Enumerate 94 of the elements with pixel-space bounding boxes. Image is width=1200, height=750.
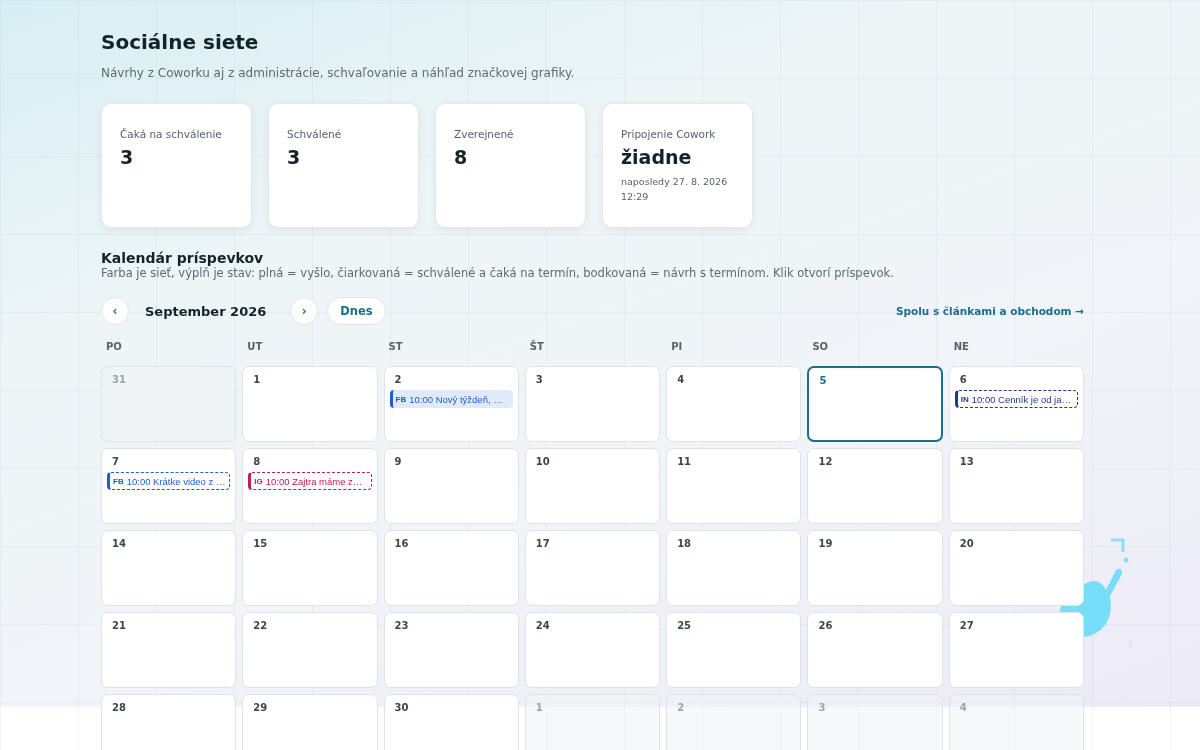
weekday-label: ST <box>387 341 404 354</box>
day-number: 4 <box>959 702 967 713</box>
previous-month-button[interactable]: ‹ <box>101 297 129 325</box>
day-number: 3 <box>535 374 543 385</box>
day-number: 14 <box>112 538 126 549</box>
day-number: 28 <box>112 702 126 713</box>
page-title: Sociálne siete <box>101 30 260 54</box>
day-cell[interactable]: 5 <box>807 366 943 442</box>
stat-note: naposledy 27. 8. 2026 12:29 <box>621 175 729 205</box>
day-cell[interactable]: 19 <box>807 530 943 606</box>
day-number: 29 <box>253 702 268 713</box>
day-number: 12 <box>818 456 833 467</box>
day-cell[interactable]: 21 <box>101 612 237 688</box>
day-number: 23 <box>394 620 409 631</box>
day-cell[interactable]: 24 <box>524 612 661 688</box>
next-month-button[interactable]: › <box>290 297 319 325</box>
weekday-label: NE <box>952 341 970 354</box>
stat-label: Schválené <box>287 128 343 140</box>
stat-label: Zverejnené <box>454 128 515 140</box>
day-number: 3 <box>818 702 826 713</box>
day-number: 11 <box>677 456 692 467</box>
weekday-label: PI <box>670 341 684 354</box>
post-chip[interactable]: IG 10:00 Zajtra máme z… <box>248 472 372 490</box>
calendar-legend: Farba je sieť, výplň je stav: plná = vyšlo, čiarkovaná = schválené a čaká na termín, bodkovaná = návrh s termínom. Klik otvorí príspevok. <box>101 266 1084 280</box>
day-number: 21 <box>112 620 126 631</box>
day-number: 8 <box>253 456 261 467</box>
day-cell[interactable]: 16 <box>383 530 519 606</box>
day-number: 1 <box>535 702 543 713</box>
stat-value: 3 <box>287 146 302 168</box>
day-cell[interactable]: 6 IN 10:00 Cenník je od ja… <box>948 366 1084 442</box>
day-number: 2 <box>677 702 685 713</box>
day-number: 20 <box>959 538 974 549</box>
day-cell[interactable]: 27 <box>948 612 1084 688</box>
day-cell[interactable]: 3 <box>524 366 661 442</box>
day-number: 15 <box>253 538 268 549</box>
stat-value: 3 <box>120 146 135 168</box>
day-number: 26 <box>818 620 833 631</box>
post-chip[interactable]: IN 10:00 Cenník je od ja… <box>954 390 1078 408</box>
month-label: September 2026 <box>145 303 267 319</box>
day-number: 31 <box>112 374 126 385</box>
day-cell[interactable]: 18 <box>666 530 802 606</box>
post-chip[interactable]: FB 10:00 Krátke video z … <box>107 472 231 490</box>
day-number: 19 <box>818 538 833 549</box>
day-cell[interactable]: 26 <box>807 612 943 688</box>
day-number: 6 <box>959 374 967 385</box>
day-cell[interactable]: 23 <box>383 612 519 688</box>
day-number: 4 <box>677 374 685 385</box>
day-number: 1 <box>253 374 261 385</box>
weekday-label: PO <box>105 341 123 354</box>
stat-value: žiadne <box>621 146 693 168</box>
day-number: 22 <box>253 620 268 631</box>
day-number: 27 <box>959 620 974 631</box>
day-number: 24 <box>535 620 550 631</box>
day-number: 13 <box>959 456 974 467</box>
today-button[interactable]: Dnes <box>327 297 386 325</box>
page-subtitle: Návrhy z Coworku aj z administrácie, schvaľovanie a náhľad značkovej grafiky. <box>101 66 576 80</box>
day-cell[interactable]: 25 <box>666 612 802 688</box>
day-number: 2 <box>394 374 402 385</box>
day-number: 7 <box>112 456 119 467</box>
weekday-label: ŠT <box>528 341 545 354</box>
day-number: 16 <box>394 538 409 549</box>
day-number: 25 <box>677 620 692 631</box>
day-cell[interactable]: 1 <box>242 366 378 442</box>
day-number: 18 <box>677 538 692 549</box>
day-number: 30 <box>394 702 409 713</box>
weekday-label: SO <box>811 341 830 354</box>
day-cell[interactable]: 20 <box>948 530 1084 606</box>
day-cell[interactable]: 15 <box>242 530 378 606</box>
stat-label: Čaká na schválenie <box>120 128 223 140</box>
day-cell[interactable]: 12 <box>807 448 943 524</box>
day-cell[interactable]: 11 <box>666 448 802 524</box>
day-cell[interactable]: 2 FB 10:00 Nový týždeň, … <box>383 366 519 442</box>
day-cell[interactable]: 28 <box>101 694 237 750</box>
day-cell[interactable]: 22 <box>242 612 378 688</box>
stat-value: 8 <box>454 146 469 168</box>
day-cell[interactable]: 14 <box>101 530 237 606</box>
day-cell[interactable]: 17 <box>524 530 661 606</box>
day-number: 9 <box>394 456 402 467</box>
day-number: 10 <box>535 456 550 467</box>
day-cell[interactable]: 10 <box>524 448 661 524</box>
day-number: 17 <box>535 538 550 549</box>
day-cell[interactable]: 30 <box>383 694 519 750</box>
day-cell[interactable]: 8 IG 10:00 Zajtra máme z… <box>242 448 378 524</box>
day-cell[interactable]: 13 <box>948 448 1084 524</box>
day-number: 5 <box>819 375 827 386</box>
day-cell[interactable]: 7 FB 10:00 Krátke video z … <box>101 448 237 524</box>
day-cell[interactable]: 29 <box>242 694 378 750</box>
combined-calendar-link[interactable]: Spolu s článkami a obchodom → <box>895 305 1084 317</box>
stat-label: Pripojenie Cowork <box>621 128 717 140</box>
day-cell[interactable]: 4 <box>666 366 802 442</box>
day-cell[interactable]: 9 <box>383 448 519 524</box>
post-chip[interactable]: FB 10:00 Nový týždeň, … <box>389 390 513 408</box>
calendar-title: Kalendár príspevkov <box>101 250 265 266</box>
weekday-label: UT <box>246 341 264 354</box>
